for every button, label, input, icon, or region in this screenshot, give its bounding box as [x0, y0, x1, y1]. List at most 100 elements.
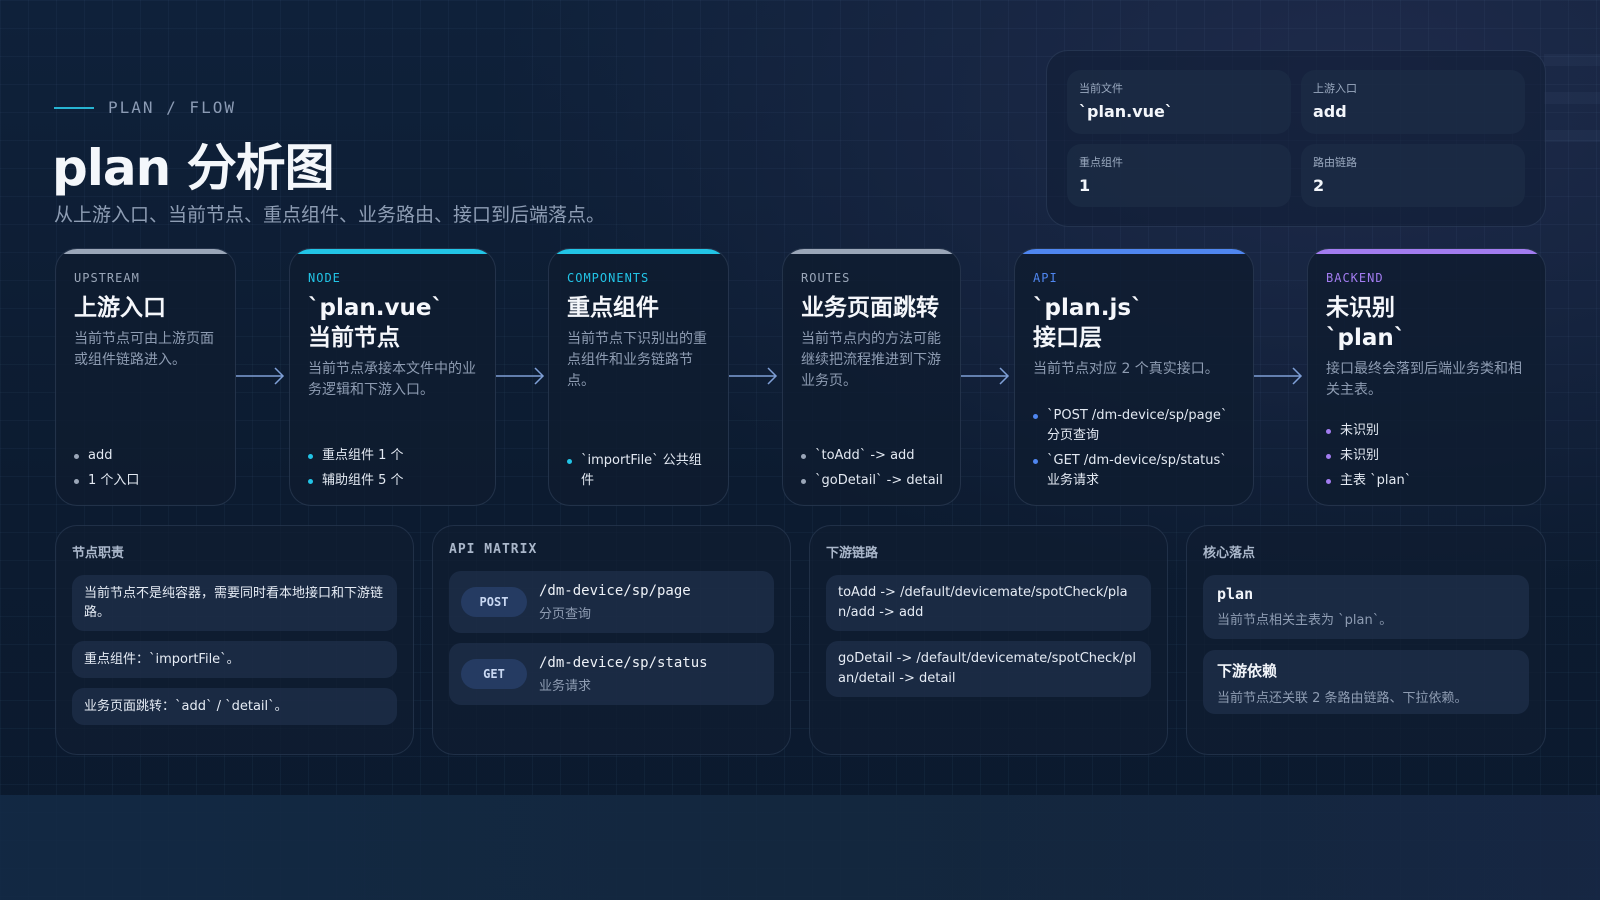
- card-list: 未识别 未识别 主表 `plan`: [1326, 416, 1531, 491]
- bullet-dot: [308, 454, 313, 459]
- card-description: 当前节点下识别出的重点组件和业务链路节点。: [567, 331, 707, 389]
- flow-card-api: API `plan.js` 接口层 当前节点对应 2 个真实接口。 `POST …: [1014, 248, 1254, 506]
- core-item-description: 当前节点相关主表为 `plan`。: [1217, 613, 1393, 628]
- stat-value: 1: [1079, 175, 1091, 195]
- route-item: goDetail -> /default/devicemate/spotChec…: [826, 641, 1151, 697]
- api-info: /dm-device/sp/status 业务请求: [539, 655, 708, 694]
- card-list: `POST /dm-device/sp/page` 分页查询 `GET /dm-…: [1033, 401, 1239, 491]
- card-kicker: BACKEND: [1326, 271, 1384, 285]
- card-title-line: `plan.js`: [1033, 295, 1143, 321]
- card-description: 当前节点承接本文件中的业务逻辑和下游入口。: [308, 361, 476, 398]
- card-kicker: API: [1033, 271, 1058, 285]
- panel-api-matrix: API MATRIX POST /dm-device/sp/page 分页查询 …: [432, 525, 791, 755]
- core-item-title: plan: [1217, 585, 1254, 603]
- eyebrow-line: [54, 106, 94, 109]
- bullet-dot: [1033, 459, 1038, 464]
- list-item-text: 1 个入口: [88, 473, 140, 488]
- card-title-line: `plan.vue`: [308, 295, 443, 321]
- list-item: add: [74, 446, 221, 466]
- card-list: add 1 个入口: [74, 441, 221, 491]
- card-list: `toAdd` -> add `goDetail` -> detail: [801, 441, 946, 491]
- card-kicker: ROUTES: [801, 271, 851, 285]
- list-item: 主表 `plan`: [1326, 471, 1531, 491]
- card-list: `importFile` 公共组件: [567, 446, 714, 491]
- list-item-text: 辅助组件 5 个: [322, 473, 404, 488]
- core-item-description: 当前节点还关联 2 条路由链路、下拉依赖。: [1217, 691, 1468, 706]
- api-description: 分页查询: [539, 606, 592, 622]
- list-item-text: `toAdd` -> add: [815, 448, 915, 463]
- list-item: 未识别: [1326, 421, 1531, 441]
- list-item-text: 未识别: [1340, 448, 1380, 463]
- list-item-text: add: [88, 448, 113, 463]
- api-info: /dm-device/sp/page 分页查询: [539, 583, 691, 622]
- duty-item: 业务页面跳转：`add` / `detail`。: [72, 688, 397, 725]
- list-item: 重点组件 1 个: [308, 446, 481, 466]
- card-title: 重点组件: [567, 293, 710, 323]
- stat-upstream-entry: 上游入口 add: [1301, 70, 1525, 134]
- stat-label: 上游入口: [1313, 82, 1357, 95]
- eyebrow: PLAN / FLOW: [54, 98, 236, 117]
- card-description: 当前节点对应 2 个真实接口。: [1033, 361, 1219, 377]
- bullet-dot: [801, 454, 806, 459]
- list-item-text: 主表 `plan`: [1340, 473, 1412, 488]
- list-item: `goDetail` -> detail: [801, 471, 946, 491]
- bullet-dot: [567, 459, 572, 464]
- list-item-text: `importFile` 公共组件: [581, 453, 702, 488]
- list-item-text: 重点组件 1 个: [322, 448, 404, 463]
- panel-core-landing: 核心落点 plan 当前节点相关主表为 `plan`。 下游依赖 当前节点还关联…: [1186, 525, 1546, 755]
- list-item-text: `GET /dm-device/sp/status` 业务请求: [1047, 453, 1227, 488]
- card-title: 未识别 `plan`: [1326, 293, 1527, 353]
- panel-downstream-links: 下游链路 toAdd -> /default/devicemate/spotCh…: [809, 525, 1168, 755]
- card-title: 上游入口: [74, 293, 217, 323]
- bullet-dot: [1033, 414, 1038, 419]
- stat-current-file: 当前文件 `plan.vue`: [1067, 70, 1291, 134]
- card-accent-bar: [1308, 249, 1545, 254]
- route-item: toAdd -> /default/devicemate/spotCheck/p…: [826, 575, 1151, 631]
- arrow-right-icon: [496, 367, 545, 385]
- bullet-dot: [74, 454, 79, 459]
- duty-item: 重点组件：`importFile`。: [72, 641, 397, 678]
- card-title-line: 当前节点: [308, 325, 400, 351]
- flow-card-routes: ROUTES 业务页面跳转 当前节点内的方法可能继续把流程推进到下游业务页。 `…: [782, 248, 961, 506]
- api-description: 业务请求: [539, 678, 592, 694]
- panel-title: 节点职责: [72, 546, 125, 561]
- panel-title: 核心落点: [1203, 546, 1256, 561]
- card-title-line: 业务页面跳转: [801, 295, 939, 321]
- card-description: 当前节点可由上游页面或组件链路进入。: [74, 331, 214, 368]
- core-item: 下游依赖 当前节点还关联 2 条路由链路、下拉依赖。: [1203, 650, 1529, 714]
- core-item-title: 下游依赖: [1217, 662, 1278, 680]
- panel-title: 下游链路: [826, 546, 879, 561]
- card-title-line: `plan`: [1326, 325, 1406, 351]
- list-item: 未识别: [1326, 446, 1531, 466]
- card-accent-bar: [290, 249, 495, 254]
- api-path: /dm-device/sp/page: [539, 582, 691, 599]
- list-item: `importFile` 公共组件: [567, 451, 714, 491]
- card-kicker: NODE: [308, 271, 341, 285]
- api-row[interactable]: GET /dm-device/sp/status 业务请求: [449, 643, 774, 705]
- bullet-dot: [801, 479, 806, 484]
- list-item-text: `goDetail` -> detail: [815, 473, 943, 488]
- card-title-line: 未识别: [1326, 295, 1395, 321]
- edge-marks: [1544, 54, 1600, 168]
- card-kicker: COMPONENTS: [567, 271, 650, 285]
- list-item: 1 个入口: [74, 471, 221, 491]
- panel-title: API MATRIX: [449, 542, 538, 557]
- duty-item: 当前节点不是纯容器，需要同时看本地接口和下游链路。: [72, 575, 397, 631]
- eyebrow-text: PLAN / FLOW: [108, 98, 236, 117]
- arrow-right-icon: [236, 367, 285, 385]
- flow-card-components: COMPONENTS 重点组件 当前节点下识别出的重点组件和业务链路节点。 `i…: [548, 248, 729, 506]
- bullet-dot: [1326, 429, 1331, 434]
- list-item-text: 未识别: [1340, 423, 1380, 438]
- card-title: `plan.vue` 当前节点: [308, 293, 477, 353]
- card-list: 重点组件 1 个 辅助组件 5 个: [308, 441, 481, 491]
- flow-card-upstream: UPSTREAM 上游入口 当前节点可由上游页面或组件链路进入。 add 1 个…: [55, 248, 236, 506]
- panel-node-duties: 节点职责 当前节点不是纯容器，需要同时看本地接口和下游链路。 重点组件：`imp…: [55, 525, 414, 755]
- list-item: 辅助组件 5 个: [308, 471, 481, 491]
- api-row[interactable]: POST /dm-device/sp/page 分页查询: [449, 571, 774, 633]
- page-title: plan 分析图: [52, 139, 335, 197]
- card-accent-bar: [1015, 249, 1253, 254]
- stat-value: `plan.vue`: [1079, 102, 1173, 121]
- stat-value: add: [1313, 102, 1347, 121]
- bottom-band: [0, 795, 1600, 900]
- card-title: 业务页面跳转: [801, 293, 942, 323]
